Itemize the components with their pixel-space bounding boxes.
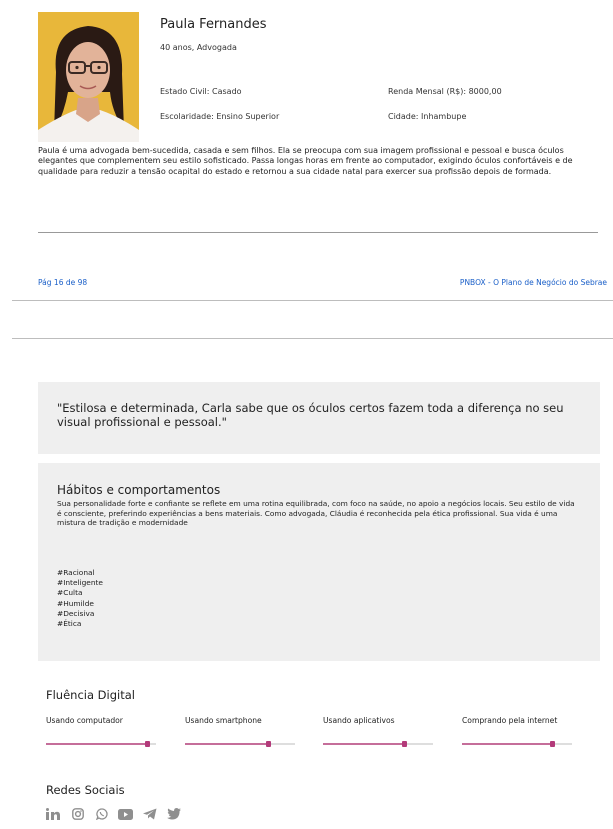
tag: #Racional xyxy=(57,568,95,577)
divider xyxy=(38,232,598,233)
fluency-slider-computer xyxy=(46,741,156,747)
portrait-illustration xyxy=(38,12,139,142)
fluency-slider-smartphone xyxy=(185,741,295,747)
social-title: Redes Sociais xyxy=(46,783,125,797)
slider-knob xyxy=(266,741,272,747)
digital-fluency-title: Fluência Digital xyxy=(46,688,135,702)
persona-name: Paula Fernandes xyxy=(160,17,267,32)
document-title-link: PNBOX - O Plano de Negócio do Sebrae xyxy=(459,278,607,287)
persona-photo xyxy=(38,12,139,142)
slider-fill xyxy=(462,743,553,745)
page-separator-top xyxy=(12,300,613,301)
persona-city: Cidade: Inhambupe xyxy=(388,112,467,121)
slider-fill xyxy=(185,743,269,745)
persona-civil-status: Estado Civil: Casado xyxy=(160,87,242,96)
persona-income: Renda Mensal (R$): 8000,00 xyxy=(388,87,502,96)
twitter-icon[interactable] xyxy=(166,808,181,820)
fluency-label-smartphone: Usando smartphone xyxy=(185,716,262,725)
linkedin-icon[interactable] xyxy=(46,808,61,820)
persona-quote: "Estilosa e determinada, Carla sabe que … xyxy=(57,401,564,429)
persona-description: Paula é uma advogada bem-sucedida, casad… xyxy=(38,146,573,176)
slider-fill xyxy=(323,743,405,745)
social-icons xyxy=(46,808,181,820)
persona-education: Escolaridade: Ensino Superior xyxy=(160,112,280,121)
tag: #Culta xyxy=(57,588,83,598)
fluency-slider-apps xyxy=(323,741,433,747)
instagram-icon[interactable] xyxy=(70,808,85,820)
tag: #Decisiva xyxy=(57,608,95,618)
tag: #Humilde xyxy=(57,598,94,608)
tag: #Inteligente xyxy=(57,578,103,588)
fluency-label-computer: Usando computador xyxy=(46,716,123,725)
slider-knob xyxy=(401,741,407,747)
page-number: Pág 16 de 98 xyxy=(38,278,88,287)
slider-knob xyxy=(144,741,150,747)
persona-tags: #Racional #Inteligente #Culta #Humilde #… xyxy=(57,568,103,629)
slider-fill xyxy=(46,743,148,745)
fluency-slider-shopping xyxy=(462,741,572,747)
persona-age-profession: 40 anos, Advogada xyxy=(160,43,237,52)
youtube-icon[interactable] xyxy=(118,808,133,820)
page-separator-bottom xyxy=(12,338,613,339)
whatsapp-icon[interactable] xyxy=(94,808,109,820)
slider-knob xyxy=(549,741,555,747)
habits-title: Hábitos e comportamentos xyxy=(57,483,221,497)
fluency-label-shopping: Comprando pela internet xyxy=(462,716,558,725)
fluency-label-apps: Usando aplicativos xyxy=(323,716,395,725)
tag: #Ética xyxy=(57,619,82,629)
habits-text: Sua personalidade forte e confiante se r… xyxy=(57,499,575,528)
telegram-icon[interactable] xyxy=(142,808,157,820)
